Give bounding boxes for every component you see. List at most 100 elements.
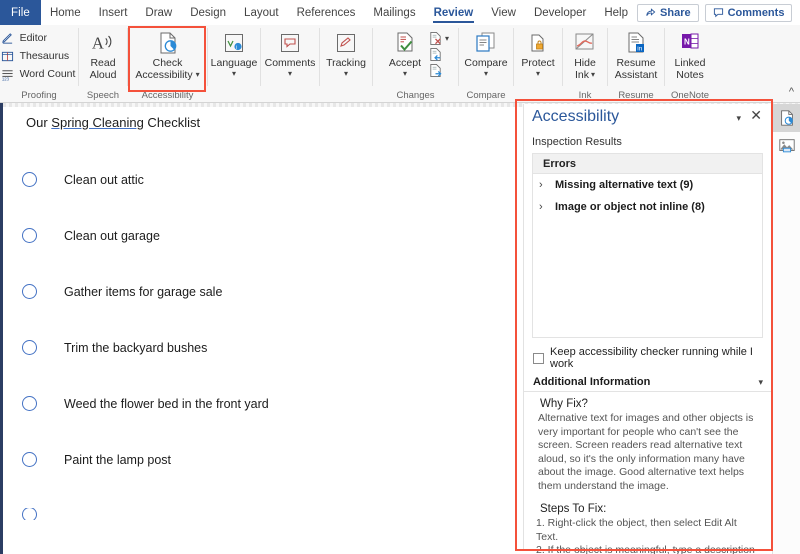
collapse-ribbon-icon[interactable]: ^ xyxy=(789,86,794,98)
inspection-results-label: Inspection Results xyxy=(532,136,622,148)
keep-running-checkbox[interactable] xyxy=(533,352,544,364)
tracking-label: Tracking xyxy=(326,57,366,69)
checklist-item[interactable]: Trim the backyard bushes xyxy=(22,340,207,355)
chevron-down-icon[interactable]: ▾ xyxy=(445,34,449,43)
steps-to-fix-body: 1. Right-click the object, then select E… xyxy=(536,517,755,554)
checklist-item[interactable]: Gather items for garage sale xyxy=(22,284,222,299)
share-button[interactable]: Share xyxy=(637,3,699,22)
svg-text:A: A xyxy=(92,34,104,53)
chevron-down-icon[interactable]: ▾ xyxy=(288,69,292,78)
resume-assistant-label-line1: Resume xyxy=(616,57,656,69)
editor-button[interactable]: Editor xyxy=(0,30,79,46)
result-image-not-inline[interactable]: › Image or object not inline (8) xyxy=(533,196,762,218)
hide-ink-label-line2: Ink xyxy=(574,68,589,81)
protect-button[interactable]: Protect ▾ xyxy=(515,28,561,78)
check-accessibility-button[interactable]: Check Accessibility ▾ xyxy=(130,28,204,81)
close-icon[interactable]: ✕ xyxy=(750,108,762,122)
checklist-item[interactable]: Clean out garage xyxy=(22,228,160,243)
svg-text:123: 123 xyxy=(2,76,10,81)
tab-references[interactable]: References xyxy=(288,0,365,25)
checkbox-circle-icon[interactable] xyxy=(22,284,37,299)
hide-ink-icon xyxy=(573,30,597,56)
tab-design[interactable]: Design xyxy=(181,0,235,25)
tab-view[interactable]: View xyxy=(482,0,525,25)
picture-format-rail-button[interactable] xyxy=(773,132,800,160)
accept-button[interactable]: Accept ▾ xyxy=(382,28,428,78)
document-title-line: Our Spring Cleaning Checklist xyxy=(26,115,200,130)
ribbon-group-speech: A Read Aloud Speech xyxy=(79,25,127,103)
checkbox-circle-icon[interactable] xyxy=(22,508,37,520)
resume-assistant-icon: in xyxy=(624,30,648,56)
checklist-item[interactable]: Weed the flower bed in the front yard xyxy=(22,396,269,411)
tab-review[interactable]: Review xyxy=(425,0,483,25)
tab-help-label: Help xyxy=(604,6,629,19)
checkbox-circle-icon[interactable] xyxy=(22,228,37,243)
ribbon-group-onenote: N Linked Notes OneNote xyxy=(665,25,715,103)
proofing-commands: Editor Thesaurus 123 Word Count xyxy=(0,25,79,87)
editor-label: Editor xyxy=(19,32,48,44)
checklist-item[interactable] xyxy=(22,508,64,520)
tab-developer[interactable]: Developer xyxy=(525,0,595,25)
checklist-item[interactable]: Paint the lamp post xyxy=(22,452,171,467)
svg-text:in: in xyxy=(637,46,642,53)
tab-draw[interactable]: Draw xyxy=(136,0,181,25)
accessibility-checker-rail-button[interactable] xyxy=(773,104,800,132)
accessibility-checker-icon xyxy=(778,109,796,127)
tab-mailings[interactable]: Mailings xyxy=(364,0,424,25)
additional-information-header[interactable]: Additional Information ▾ xyxy=(524,374,771,392)
chevron-down-icon[interactable]: ▾ xyxy=(403,69,407,78)
chevron-down-icon[interactable]: ▾ xyxy=(344,69,348,78)
reject-button[interactable]: ▾ xyxy=(428,31,449,46)
group-label-onenote: OneNote xyxy=(670,90,710,101)
chevron-down-icon[interactable]: ▾ xyxy=(536,69,540,78)
language-label: Language xyxy=(210,57,258,69)
comments-button[interactable]: Comments xyxy=(704,3,793,22)
previous-change-button[interactable] xyxy=(428,47,449,62)
read-aloud-button[interactable]: A Read Aloud xyxy=(80,28,126,81)
checkbox-circle-icon[interactable] xyxy=(22,396,37,411)
next-change-button[interactable] xyxy=(428,63,449,78)
thesaurus-button[interactable]: Thesaurus xyxy=(0,48,79,64)
word-count-button[interactable]: 123 Word Count xyxy=(0,66,79,82)
language-button[interactable]: i Language ▾ xyxy=(206,28,263,78)
check-accessibility-label-line1: Check xyxy=(152,57,183,69)
chevron-down-icon[interactable]: ▾ xyxy=(591,71,595,79)
tab-layout[interactable]: Layout xyxy=(235,0,288,25)
compare-button[interactable]: Compare ▾ xyxy=(459,28,512,78)
chevron-down-icon[interactable]: ▾ xyxy=(758,377,763,388)
chevron-down-icon[interactable]: ▾ xyxy=(484,69,488,78)
chevron-down-icon[interactable]: ▾ xyxy=(232,69,236,78)
tab-help[interactable]: Help xyxy=(595,0,637,25)
checkbox-circle-icon[interactable] xyxy=(22,452,37,467)
group-label-proofing: Proofing xyxy=(21,90,57,101)
ribbon-group-comments: Comments ▾ xyxy=(261,25,319,103)
tab-design-label: Design xyxy=(190,6,227,19)
checkbox-circle-icon[interactable] xyxy=(22,340,37,355)
comments-ribbon-button[interactable]: Comments ▾ xyxy=(260,28,321,78)
result-missing-alt-text[interactable]: › Missing alternative text (9) xyxy=(533,174,762,196)
ribbon-group-protect: Protect ▾ xyxy=(514,25,562,103)
chevron-right-icon[interactable]: › xyxy=(539,201,555,213)
read-aloud-icon: A xyxy=(91,30,115,56)
pane-options-chevron-icon[interactable]: ▾ xyxy=(736,113,741,124)
linked-notes-button[interactable]: N Linked Notes xyxy=(667,28,713,81)
word-count-label: Word Count xyxy=(19,68,76,80)
checklist-item-label: Gather items for garage sale xyxy=(64,284,223,299)
checklist-item[interactable]: Clean out attic xyxy=(22,172,144,187)
tab-references-label: References xyxy=(296,6,356,19)
resume-assistant-button[interactable]: in Resume Assistant xyxy=(610,28,663,81)
comment-bubble-icon xyxy=(713,7,724,18)
checkbox-circle-icon[interactable] xyxy=(22,172,37,187)
tab-home[interactable]: Home xyxy=(41,0,90,25)
group-label-compare: Compare xyxy=(466,90,506,101)
keep-running-checkbox-row[interactable]: Keep accessibility checker running while… xyxy=(524,338,771,374)
tracking-button[interactable]: Tracking ▾ xyxy=(321,28,371,78)
comments-icon xyxy=(279,30,301,56)
tab-insert[interactable]: Insert xyxy=(90,0,137,25)
chevron-down-icon[interactable]: ▾ xyxy=(196,71,200,79)
compare-icon xyxy=(474,30,498,56)
picture-format-icon xyxy=(778,137,796,155)
hide-ink-button[interactable]: Hide Ink ▾ xyxy=(562,28,608,81)
tab-file[interactable]: File xyxy=(0,0,41,25)
chevron-right-icon[interactable]: › xyxy=(539,179,555,191)
